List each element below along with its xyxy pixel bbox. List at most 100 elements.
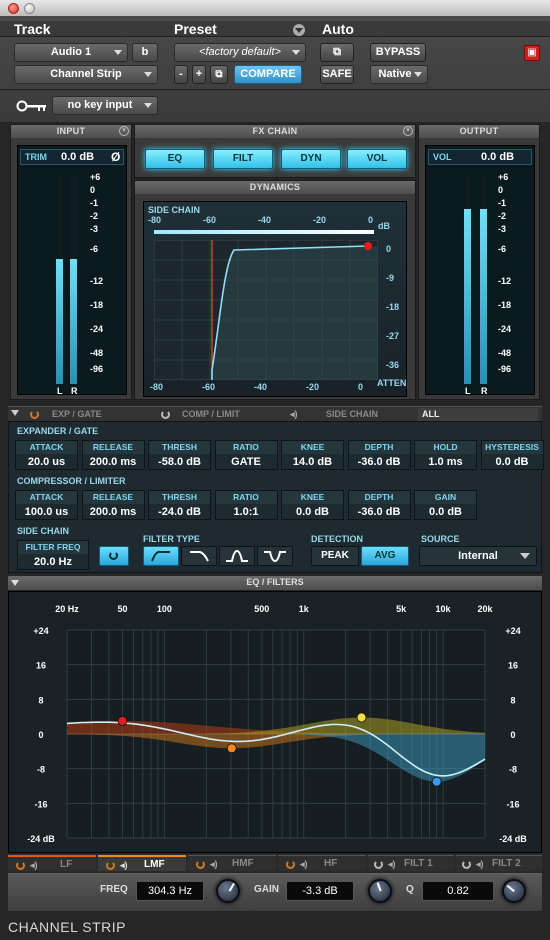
expander-thresh-param[interactable]: THRESH -58.0 dB bbox=[148, 440, 211, 470]
eq-node-hf[interactable] bbox=[431, 776, 442, 787]
gain-knob[interactable] bbox=[368, 879, 392, 903]
dynamics-panel: DYNAMICS SIDE CHAIN -80 -60 -40 -20 0 dB 0 -9… bbox=[134, 180, 416, 400]
filter-freq-param[interactable]: FILTER FREQ 20.0 Hz bbox=[17, 540, 89, 570]
expander-knee-param[interactable]: KNEE 14.0 dB bbox=[281, 440, 344, 470]
band-tab-filt1[interactable]: ◂) FILT 1 bbox=[368, 855, 454, 871]
gain-value-field[interactable]: -3.3 dB bbox=[286, 881, 354, 901]
fx-filt-button[interactable]: FILT bbox=[213, 149, 273, 169]
band-tab-lf[interactable]: ◂) LF bbox=[8, 855, 96, 871]
hf-listen-icon[interactable]: ◂) bbox=[300, 856, 308, 872]
lf-listen-icon[interactable]: ◂) bbox=[30, 857, 38, 873]
copy-settings-button[interactable]: ⧉ bbox=[210, 65, 228, 84]
q-value-field[interactable]: 0.82 bbox=[422, 881, 494, 901]
vol-control[interactable]: VOL 0.0 dB bbox=[428, 149, 532, 165]
band-tab-filt2[interactable]: ◂) FILT 2 bbox=[456, 855, 542, 871]
fx-vol-button[interactable]: VOL bbox=[347, 149, 407, 169]
compare-button[interactable]: COMPARE bbox=[234, 65, 302, 84]
eq-node-lmf[interactable] bbox=[226, 743, 237, 754]
eq-node-hmf[interactable] bbox=[356, 712, 367, 723]
lmf-listen-icon[interactable]: ◂) bbox=[120, 857, 128, 873]
automation-button[interactable]: ⧉ bbox=[320, 43, 354, 62]
side-chain-power-button[interactable] bbox=[99, 546, 129, 566]
param-value: 0.0 dB bbox=[428, 506, 462, 518]
tab-exp-gate[interactable]: EXP / GATE bbox=[52, 408, 102, 421]
tab-side-chain[interactable]: SIDE CHAIN bbox=[326, 408, 378, 421]
tab-comp-limit[interactable]: COMP / LIMIT bbox=[182, 408, 240, 421]
eq-node-lf[interactable] bbox=[117, 716, 128, 726]
preset-prev-button[interactable]: - bbox=[174, 65, 188, 84]
comp-limit-power-icon[interactable] bbox=[161, 410, 170, 419]
bypass-button[interactable]: BYPASS bbox=[370, 43, 426, 62]
detection-peak-button[interactable]: PEAK bbox=[311, 546, 359, 566]
compressor-gain-param[interactable]: GAIN 0.0 dB bbox=[414, 490, 477, 520]
band-tab-hmf[interactable]: ◂) HMF bbox=[188, 855, 276, 871]
target-icon[interactable]: ▣ bbox=[524, 45, 540, 61]
input-menu-icon[interactable]: ▾ bbox=[119, 126, 129, 136]
compressor-ratio-param[interactable]: RATIO 1.0:1 bbox=[214, 490, 278, 520]
expander-ratio-param[interactable]: RATIO GATE bbox=[214, 440, 278, 470]
hmf-power-icon[interactable] bbox=[196, 860, 205, 869]
compressor-knee-param[interactable]: KNEE 0.0 dB bbox=[281, 490, 344, 520]
band-lmf-label: LMF bbox=[144, 859, 165, 870]
expander-attack-param[interactable]: ATTACK 20.0 us bbox=[15, 440, 78, 470]
band-tab-hf[interactable]: ◂) HF bbox=[278, 855, 366, 871]
expander-hold-param[interactable]: HOLD 1.0 ms bbox=[414, 440, 477, 470]
dyn-top-tick: -80 bbox=[148, 215, 162, 225]
filter-bandpass-button[interactable] bbox=[219, 546, 255, 566]
safe-button[interactable]: SAFE bbox=[320, 65, 354, 84]
eq-graph-panel[interactable]: 20 Hz 50 100 500 1k 5k 10k 20k +24 16 8 0 -8 -16 -24 d… bbox=[8, 591, 542, 853]
filt1-listen-icon[interactable]: ◂) bbox=[388, 856, 396, 872]
filt2-listen-icon[interactable]: ◂) bbox=[476, 856, 484, 872]
track-select[interactable]: Audio 1 bbox=[14, 43, 128, 62]
eq-freq-tick: 50 bbox=[117, 604, 127, 614]
filter-highpass-button[interactable] bbox=[143, 546, 179, 566]
freq-value-field[interactable]: 304.3 Hz bbox=[136, 881, 204, 901]
key-input-select[interactable]: no key input bbox=[52, 96, 158, 115]
preset-menu-icon[interactable] bbox=[293, 24, 305, 36]
native-select[interactable]: Native bbox=[370, 65, 428, 84]
source-select[interactable]: Internal bbox=[419, 546, 537, 566]
freq-knob[interactable] bbox=[216, 879, 240, 903]
expander-hysteresis-param[interactable]: HYSTERESIS 0.0 dB bbox=[480, 440, 544, 470]
expander-release-param[interactable]: RELEASE 200.0 ms bbox=[81, 440, 145, 470]
filter-lowpass-button[interactable] bbox=[181, 546, 217, 566]
trim-control[interactable]: TRIM 0.0 dB Ø bbox=[20, 149, 124, 165]
lf-power-icon[interactable] bbox=[16, 861, 25, 870]
detection-avg-button[interactable]: AVG bbox=[361, 546, 409, 566]
hf-power-icon[interactable] bbox=[286, 860, 295, 869]
q-knob[interactable] bbox=[502, 879, 526, 903]
fx-chain-menu-icon[interactable]: ▾ bbox=[403, 126, 413, 136]
preset-select[interactable]: <factory default> bbox=[174, 43, 306, 62]
eq-db-tick-left: 0 bbox=[38, 730, 43, 740]
band-tab-lmf[interactable]: ◂) LMF bbox=[98, 855, 186, 871]
phase-invert-button[interactable]: Ø bbox=[111, 150, 120, 164]
hmf-listen-icon[interactable]: ◂) bbox=[210, 856, 218, 872]
exp-gate-power-icon[interactable] bbox=[30, 410, 39, 419]
tab-all[interactable]: ALL bbox=[418, 408, 538, 421]
fx-eq-button[interactable]: EQ bbox=[145, 149, 205, 169]
meter-scale-tick: -96 bbox=[90, 364, 104, 374]
compressor-attack-param[interactable]: ATTACK 100.0 us bbox=[15, 490, 78, 520]
eq-db-tick-right: +24 bbox=[505, 626, 520, 636]
expander-depth-param[interactable]: DEPTH -36.0 dB bbox=[347, 440, 411, 470]
insert-select[interactable]: Channel Strip bbox=[14, 65, 158, 84]
lmf-power-icon[interactable] bbox=[106, 861, 115, 870]
close-button[interactable] bbox=[8, 3, 19, 14]
preset-next-button[interactable]: + bbox=[192, 65, 206, 84]
source-value: Internal bbox=[458, 550, 498, 562]
speaker-icon[interactable]: ◂) bbox=[290, 408, 298, 421]
param-label: KNEE bbox=[282, 441, 343, 454]
filter-notch-button[interactable] bbox=[257, 546, 293, 566]
minimize-button[interactable] bbox=[24, 3, 35, 14]
compressor-depth-param[interactable]: DEPTH -36.0 dB bbox=[347, 490, 411, 520]
filt2-power-icon[interactable] bbox=[462, 860, 471, 869]
fx-dyn-button[interactable]: DYN bbox=[281, 149, 341, 169]
track-channel-select[interactable]: b bbox=[132, 43, 158, 62]
dynamics-graph[interactable]: SIDE CHAIN -80 -60 -40 -20 0 dB 0 -9 -18 -27 -36… bbox=[143, 201, 407, 397]
compressor-thresh-param[interactable]: THRESH -24.0 dB bbox=[148, 490, 211, 520]
band-hmf-label: HMF bbox=[232, 858, 254, 869]
collapse-dynamics-icon[interactable] bbox=[11, 410, 19, 416]
compressor-release-param[interactable]: RELEASE 200.0 ms bbox=[81, 490, 145, 520]
param-label: HYSTERESIS bbox=[481, 441, 543, 454]
filt1-power-icon[interactable] bbox=[374, 860, 383, 869]
